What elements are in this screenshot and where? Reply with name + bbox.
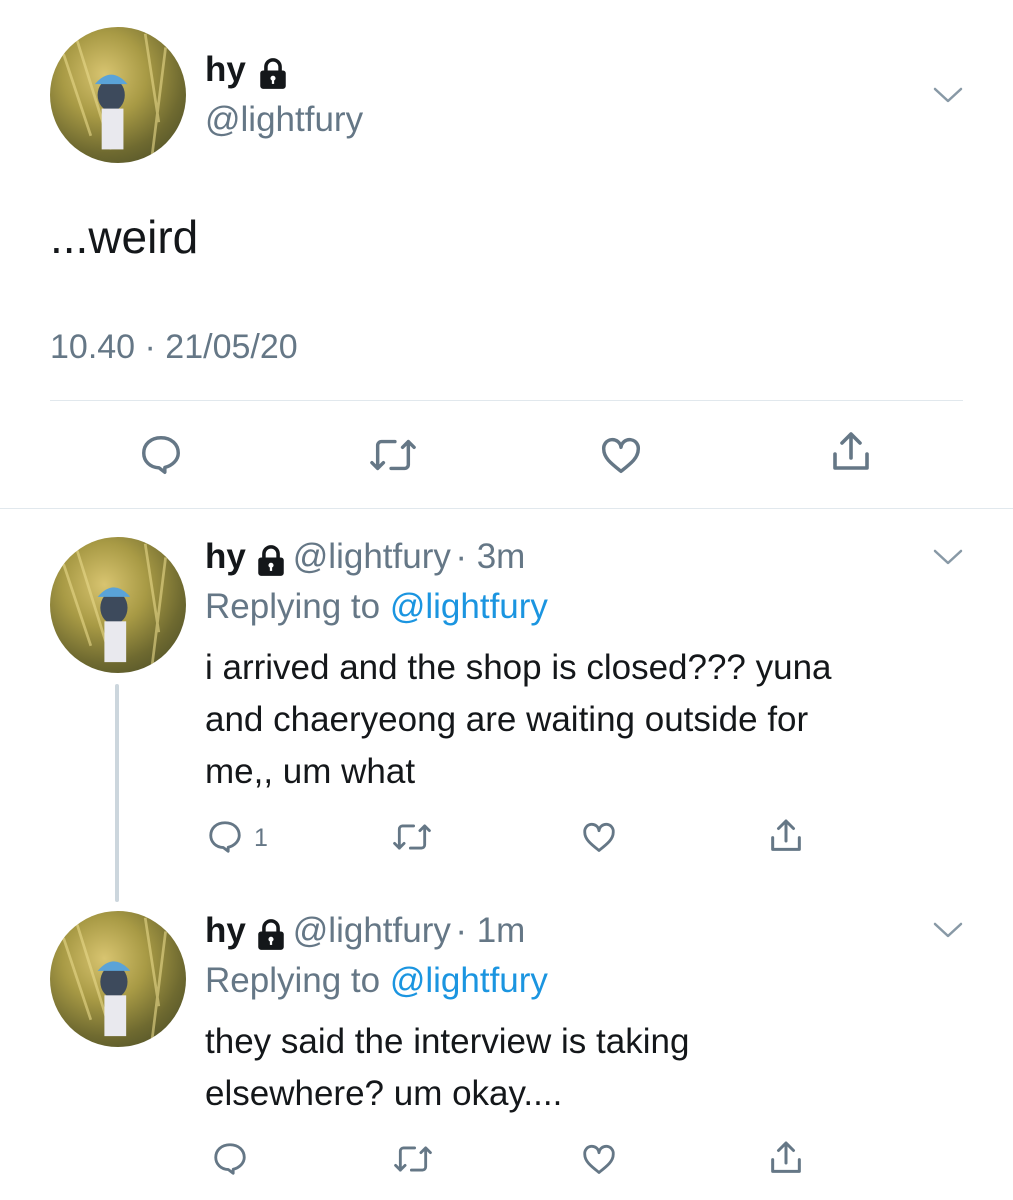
chevron-down-icon[interactable] (933, 547, 963, 567)
thread-line (115, 684, 119, 902)
mention-link[interactable]: @lightfury (390, 587, 548, 626)
tweet-text: they said the interview is taking elsewh… (205, 1016, 689, 1120)
retweet-icon[interactable] (392, 1140, 434, 1178)
chevron-down-icon[interactable] (933, 920, 963, 940)
tweet-text: ...weird (50, 211, 199, 263)
relative-time[interactable]: · 1m (455, 911, 525, 950)
share-icon[interactable] (766, 815, 806, 857)
chevron-down-icon[interactable] (933, 85, 963, 105)
lock-icon (256, 57, 290, 96)
relative-time[interactable]: · 3m (455, 537, 525, 576)
lock-icon (254, 544, 288, 583)
like-icon[interactable] (579, 1140, 619, 1178)
display-name[interactable]: hy (205, 537, 246, 576)
divider (0, 508, 1013, 509)
tweet-text-line: elsewhere? um okay.... (205, 1074, 563, 1113)
display-name[interactable]: hy (205, 911, 246, 950)
tweet-text-line: and chaeryeong are waiting outside for (205, 700, 809, 739)
avatar[interactable] (50, 27, 186, 163)
handle[interactable]: @lightfury (293, 537, 451, 576)
tweet-text-line: they said the interview is taking (205, 1022, 690, 1061)
like-icon[interactable] (597, 432, 645, 478)
display-name[interactable]: hy (205, 50, 246, 89)
tweet-text-line: i arrived and the shop is closed??? yuna (205, 648, 832, 687)
tweet-text-line: me,, um what (205, 752, 416, 791)
reply-count: 1 (254, 824, 268, 852)
replying-to-label: Replying to (205, 587, 381, 626)
avatar[interactable] (50, 911, 186, 1047)
timestamp[interactable]: 10.40 · 21/05/20 (50, 328, 298, 367)
reply-icon[interactable] (137, 432, 185, 478)
handle[interactable]: @lightfury (293, 911, 451, 950)
divider (50, 400, 963, 401)
avatar[interactable] (50, 537, 186, 673)
reply-icon[interactable] (210, 1140, 250, 1178)
like-icon[interactable] (579, 818, 619, 856)
tweet-text: i arrived and the shop is closed??? yuna… (205, 642, 832, 798)
retweet-icon[interactable] (368, 432, 418, 478)
retweet-icon[interactable] (391, 818, 433, 856)
mention-link[interactable]: @lightfury (390, 961, 548, 1000)
lock-icon (254, 918, 288, 957)
handle[interactable]: @lightfury (205, 100, 363, 140)
reply-icon[interactable] (205, 818, 245, 856)
share-icon[interactable] (827, 428, 875, 476)
replying-to-label: Replying to (205, 961, 381, 1000)
share-icon[interactable] (766, 1137, 806, 1179)
